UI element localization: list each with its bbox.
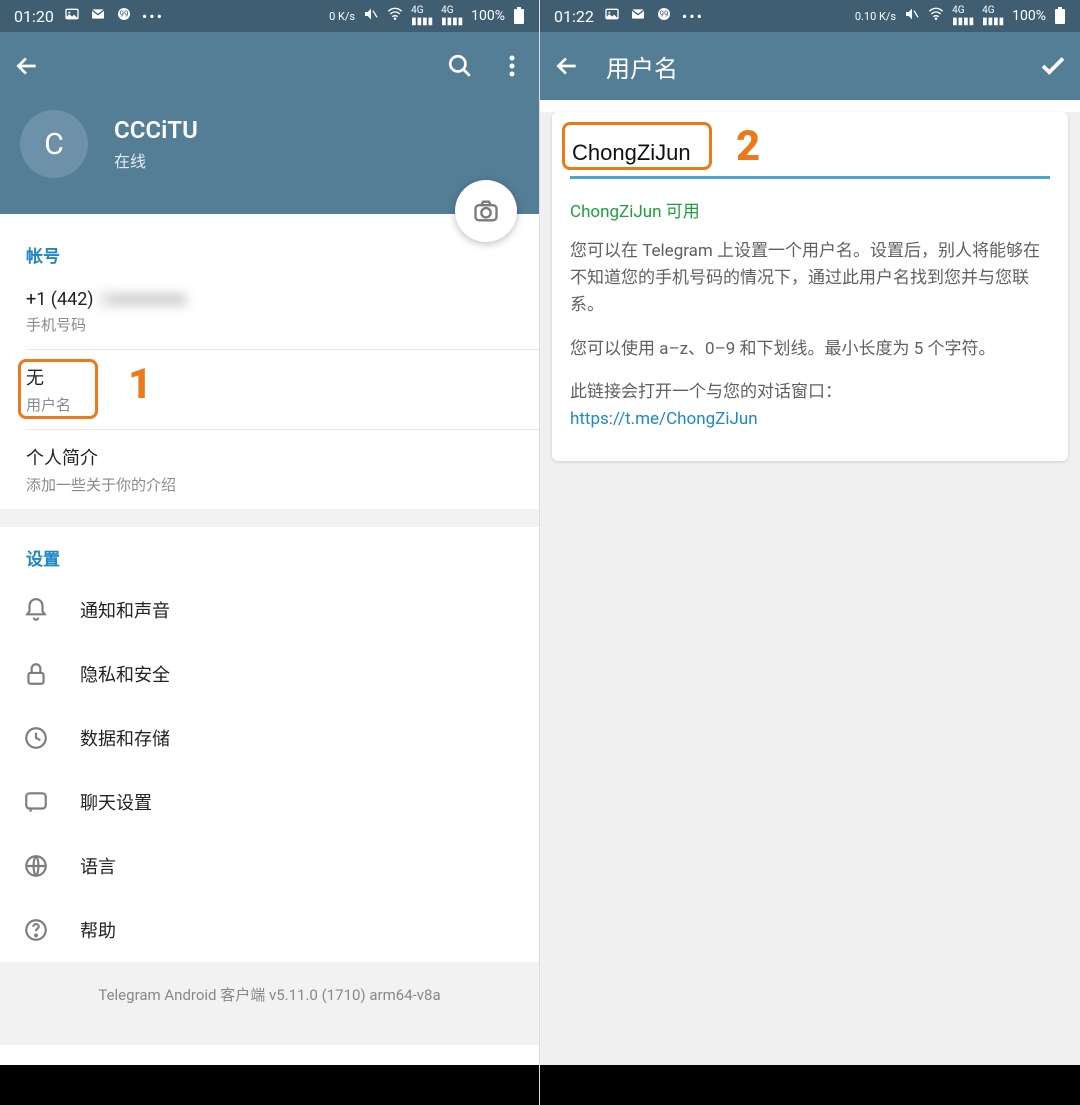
quote-icon: 99 <box>656 6 672 26</box>
mute-icon <box>904 6 920 26</box>
svg-text:99: 99 <box>659 10 668 19</box>
settings-item-label: 数据和存储 <box>80 725 170 751</box>
phone-label: 手机号码 <box>26 314 513 335</box>
signal-4g-icon: 4G▮▮▮▮ <box>952 5 974 27</box>
nav-strip <box>0 1065 539 1105</box>
settings-section: 设置 通知和声音 隐私和安全 数据和存储 聊天设置 <box>0 527 539 962</box>
net-speed: 0.10 K/s <box>855 11 896 22</box>
avatar[interactable]: C <box>20 110 88 178</box>
battery-icon <box>513 7 525 25</box>
signal-4g-icon: 4G▮▮▮▮ <box>411 5 433 27</box>
account-section: 帐号 +1 (442) 2■■■■■■ 手机号码 无 用户名 个人简介 添加一些… <box>0 214 539 509</box>
settings-item-label: 语言 <box>80 853 116 879</box>
bio-value: 个人简介 <box>26 444 513 470</box>
left-screen: 01:20 99 ••• 0 K/s 4G▮▮▮▮ 4G▮▮▮▮ 100% <box>0 0 540 1105</box>
settings-notifications[interactable]: 通知和声音 <box>0 578 539 642</box>
phone-masked: 2■■■■■■ <box>98 289 187 310</box>
settings-item-label: 帮助 <box>80 917 116 943</box>
mail-icon <box>90 6 106 26</box>
dots-icon: ••• <box>142 7 164 26</box>
bio-row[interactable]: 个人简介 添加一些关于你的介绍 <box>0 430 539 509</box>
username-input[interactable] <box>570 134 1050 179</box>
help-icon <box>22 916 50 944</box>
profile-name: CCCiTU <box>114 116 198 144</box>
battery-text: 100% <box>471 8 505 24</box>
bell-icon <box>22 596 50 624</box>
account-section-title: 帐号 <box>0 224 539 275</box>
username-status: ChongZiJun 可用 <box>570 197 1050 222</box>
settings-data-storage[interactable]: 数据和存储 <box>0 706 539 770</box>
settings-item-label: 聊天设置 <box>80 789 152 815</box>
right-content: ChongZiJun 可用 您可以在 Telegram 上设置一个用户名。设置后… <box>540 112 1080 1077</box>
right-screen: 01:22 99 ••• 0.10 K/s 4G▮▮▮▮ 4G▮▮▮▮ 100% <box>540 0 1080 1105</box>
signal-4g-icon-2: 4G▮▮▮▮ <box>982 5 1004 27</box>
more-button[interactable] <box>497 51 527 81</box>
section-gap <box>0 509 539 527</box>
profile-status: 在线 <box>114 148 198 172</box>
clock-icon <box>22 724 50 752</box>
image-icon <box>604 6 620 26</box>
mail-icon <box>630 6 646 26</box>
quote-icon: 99 <box>116 6 132 26</box>
signal-4g-icon-2: 4G▮▮▮▮ <box>441 5 463 27</box>
profile-link[interactable]: https://t.me/ChongZiJun <box>570 409 758 429</box>
phone-prefix: +1 (442) <box>26 289 94 310</box>
help-text-3: 此链接会打开一个与您的对话窗口： https://t.me/ChongZiJun <box>570 379 1050 433</box>
nav-strip <box>540 1065 1080 1105</box>
globe-icon <box>22 852 50 880</box>
back-button[interactable] <box>552 51 582 81</box>
toolbar-right: 用户名 <box>540 32 1080 100</box>
help-text-2: 您可以使用 a–z、0–9 和下划线。最小长度为 5 个字符。 <box>570 336 1050 363</box>
settings-language[interactable]: 语言 <box>0 834 539 898</box>
settings-privacy[interactable]: 隐私和安全 <box>0 642 539 706</box>
battery-icon <box>1054 7 1066 25</box>
username-value: 无 <box>26 364 513 390</box>
username-row[interactable]: 无 用户名 <box>0 350 539 429</box>
battery-text: 100% <box>1012 8 1046 24</box>
status-time: 01:20 <box>14 7 54 26</box>
wifi-icon <box>928 6 944 26</box>
statusbar-left: 01:20 99 ••• 0 K/s 4G▮▮▮▮ 4G▮▮▮▮ 100% <box>0 0 539 32</box>
settings-item-label: 隐私和安全 <box>80 661 170 687</box>
statusbar-right: 01:22 99 ••• 0.10 K/s 4G▮▮▮▮ 4G▮▮▮▮ 100% <box>540 0 1080 32</box>
status-time: 01:22 <box>554 7 594 26</box>
settings-section-title: 设置 <box>0 527 539 578</box>
search-button[interactable] <box>445 51 475 81</box>
username-card: ChongZiJun 可用 您可以在 Telegram 上设置一个用户名。设置后… <box>552 112 1068 461</box>
net-speed: 0 K/s <box>329 11 355 22</box>
lock-icon <box>22 660 50 688</box>
wifi-icon <box>387 6 403 26</box>
toolbar-left <box>0 32 539 100</box>
image-icon <box>64 6 80 26</box>
profile-header: C CCCiTU 在线 <box>0 100 539 214</box>
mute-icon <box>363 6 379 26</box>
settings-chat[interactable]: 聊天设置 <box>0 770 539 834</box>
camera-fab[interactable] <box>455 180 517 242</box>
settings-item-label: 通知和声音 <box>80 597 170 623</box>
svg-text:99: 99 <box>119 10 128 19</box>
toolbar-title: 用户名 <box>606 49 678 84</box>
settings-help[interactable]: 帮助 <box>0 898 539 962</box>
help-text-1: 您可以在 Telegram 上设置一个用户名。设置后，别人将能够在不知道您的手机… <box>570 238 1050 320</box>
username-label: 用户名 <box>26 394 513 415</box>
help-text-3-label: 此链接会打开一个与您的对话窗口： <box>570 382 842 402</box>
back-button[interactable] <box>12 51 42 81</box>
version-footer: Telegram Android 客户端 v5.11.0 (1710) arm6… <box>0 962 539 1045</box>
dots-icon: ••• <box>682 7 704 26</box>
avatar-initial: C <box>44 127 64 162</box>
bio-label: 添加一些关于你的介绍 <box>26 474 513 495</box>
chat-icon <box>22 788 50 816</box>
phone-row[interactable]: +1 (442) 2■■■■■■ 手机号码 <box>0 275 539 349</box>
confirm-button[interactable] <box>1038 51 1068 81</box>
